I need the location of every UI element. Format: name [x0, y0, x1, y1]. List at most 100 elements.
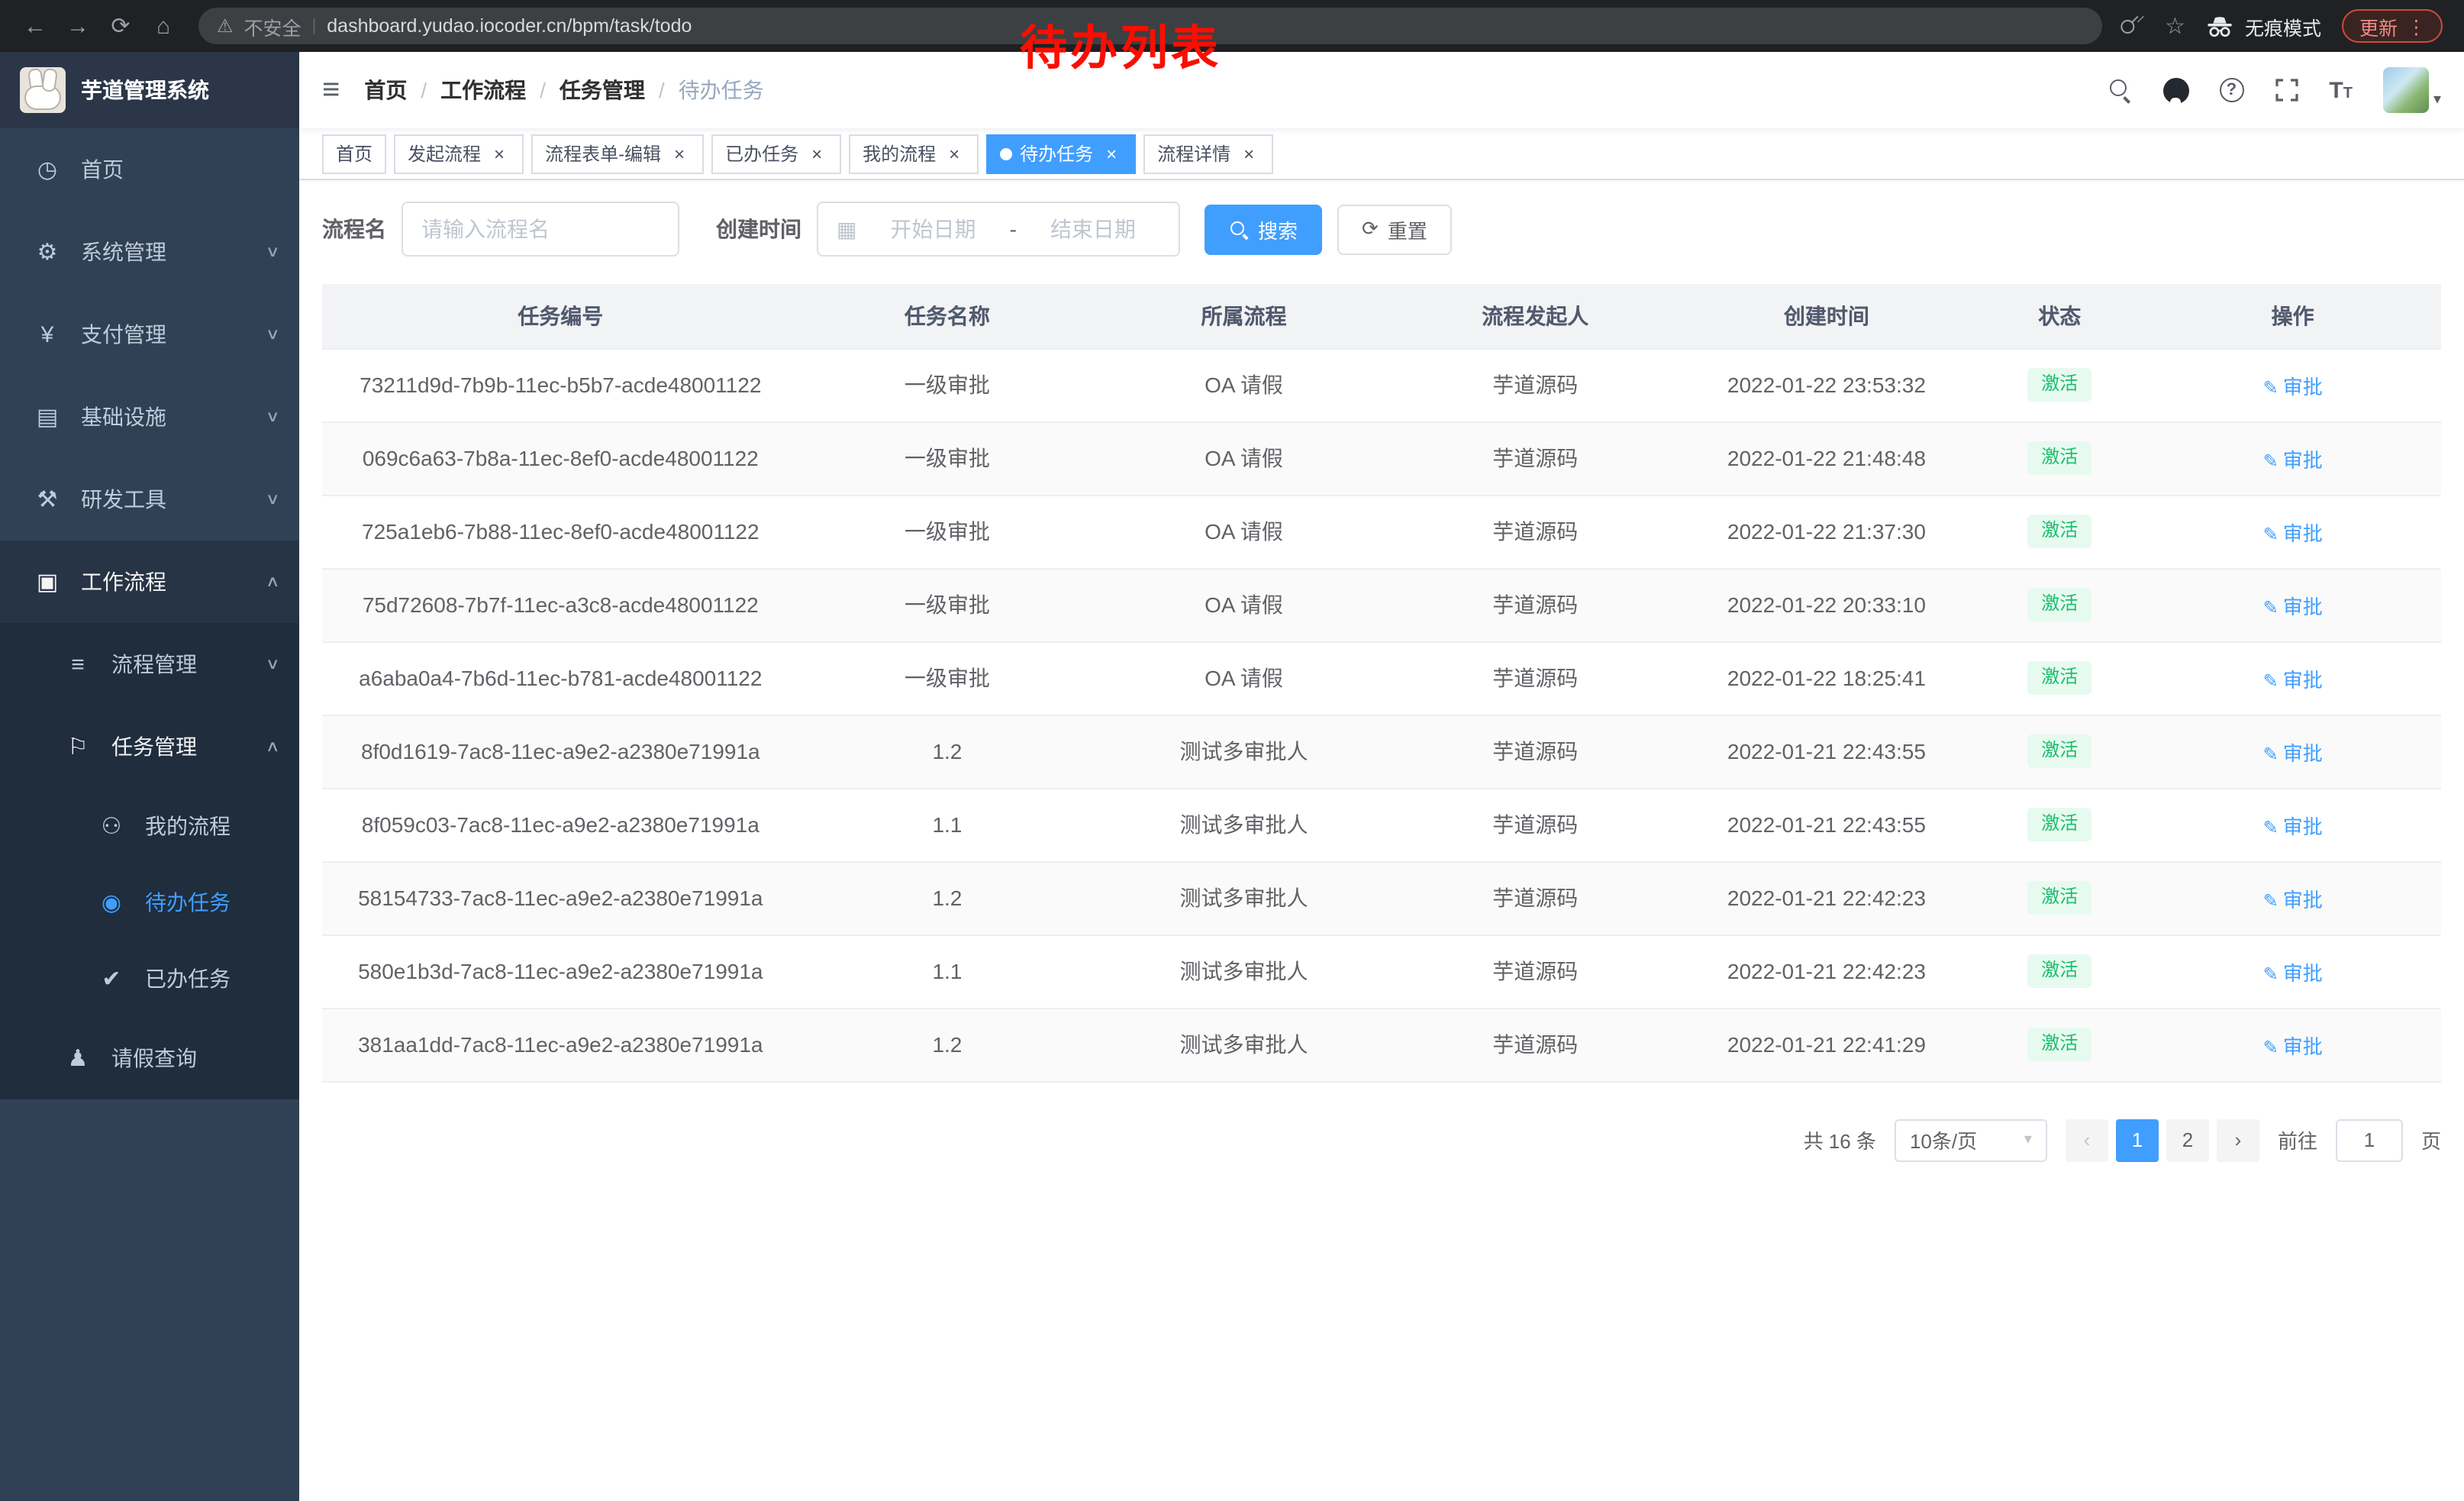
sidebar-item-devtools[interactable]: ⚒研发工具∨ — [0, 458, 299, 541]
column-header: 流程发起人 — [1392, 284, 1679, 348]
reset-button[interactable]: ⟳ 重置 — [1337, 204, 1452, 254]
process-name-input[interactable] — [421, 217, 660, 241]
cell-status: 激活 — [1975, 788, 2144, 861]
approve-link[interactable]: ✎审批 — [2263, 668, 2323, 691]
close-icon[interactable]: × — [489, 143, 510, 164]
goto-page-input[interactable] — [2336, 1118, 2403, 1161]
close-icon[interactable]: × — [943, 143, 965, 164]
user-avatar[interactable]: ▾ — [2383, 67, 2441, 113]
sidebar-item-infrastructure[interactable]: ▤基础设施∨ — [0, 376, 299, 458]
approve-link[interactable]: ✎审批 — [2263, 888, 2323, 911]
approve-link[interactable]: ✎审批 — [2263, 741, 2323, 764]
cell-status: 激活 — [1975, 568, 2144, 641]
cell-task-id: a6aba0a4-7b6d-11ec-b781-acde48001122 — [322, 641, 799, 715]
sidebar-item-system[interactable]: ⚙系统管理∨ — [0, 211, 299, 293]
approve-link[interactable]: ✎审批 — [2263, 961, 2323, 984]
breadcrumb-item[interactable]: 任务管理 — [560, 75, 645, 105]
security-label: 不安全 — [244, 11, 302, 40]
more-vert-icon[interactable]: ⋮ — [2407, 15, 2426, 37]
tab-流程表单-编辑[interactable]: 流程表单-编辑× — [531, 134, 704, 173]
address-bar[interactable]: ⚠ 不安全 | dashboard.yudao.iocoder.cn/bpm/t… — [198, 8, 2102, 44]
cell-starter: 芋道源码 — [1392, 348, 1679, 421]
tab-流程详情[interactable]: 流程详情× — [1143, 134, 1273, 173]
leave-icon: ♟ — [61, 1044, 95, 1072]
search-icon[interactable] — [2108, 78, 2132, 102]
close-icon[interactable]: × — [806, 143, 827, 164]
caret-down-icon: ▾ — [2433, 92, 2441, 113]
tab-label: 首页 — [336, 140, 373, 166]
tab-我的流程[interactable]: 我的流程 × — [849, 134, 979, 173]
close-icon[interactable]: × — [1238, 143, 1259, 164]
sidebar-item-todo-task[interactable]: ◉待办任务 — [0, 864, 299, 941]
sidebar-item-process-mgmt[interactable]: ≡流程管理∨ — [0, 623, 299, 705]
bookmark-star-icon[interactable]: ☆ — [2165, 12, 2185, 40]
end-date-placeholder[interactable]: 结束日期 — [1026, 214, 1160, 244]
approve-label: 审批 — [2283, 741, 2323, 764]
cell-status: 激活 — [1975, 1008, 2144, 1081]
start-date-placeholder[interactable]: 开始日期 — [866, 214, 1000, 244]
approve-link[interactable]: ✎审批 — [2263, 448, 2323, 471]
sidebar-item-payment[interactable]: ¥支付管理∨ — [0, 293, 299, 376]
sidebar-collapse-icon[interactable]: ≡ — [322, 75, 340, 105]
page-button-2[interactable]: 2 — [2166, 1118, 2209, 1161]
browser-back-icon[interactable]: ← — [15, 6, 55, 46]
approve-link[interactable]: ✎审批 — [2263, 375, 2323, 398]
pencil-icon: ✎ — [2263, 523, 2279, 544]
status-badge: 激活 — [2027, 661, 2091, 694]
app-logo-icon — [20, 67, 66, 113]
browser-reload-icon[interactable]: ⟳ — [101, 6, 140, 46]
font-size-icon[interactable]: TT — [2329, 79, 2353, 102]
tab-待办任务[interactable]: 待办任务× — [986, 134, 1136, 173]
approve-link[interactable]: ✎审批 — [2263, 595, 2323, 618]
sidebar-item-leave-query[interactable]: ♟请假查询 — [0, 1017, 299, 1099]
sidebar-menu: ◷ 首页 ⚙系统管理∨¥支付管理∨▤基础设施∨⚒研发工具∨▣工作流程∧≡流程管理∨⚐… — [0, 128, 299, 1501]
fullscreen-icon[interactable] — [2274, 78, 2298, 102]
next-page-button[interactable]: › — [2217, 1118, 2259, 1161]
cell-task-id: 069c6a63-7b8a-11ec-8ef0-acde48001122 — [322, 421, 799, 495]
table-row: 725a1eb6-7b88-11ec-8ef0-acde48001122一级审批… — [322, 495, 2441, 568]
filter-bar: 流程名 创建时间 ▦ 开始日期 - 结束日期 搜索 ⟳ 重置 — [299, 180, 2464, 272]
sidebar-item-done-task[interactable]: ✔已办任务 — [0, 941, 299, 1017]
cell-status: 激活 — [1975, 715, 2144, 788]
tab-已办任务[interactable]: 已办任务× — [711, 134, 841, 173]
caret-down-icon: ▾ — [2024, 1131, 2032, 1148]
prev-page-button[interactable]: ‹ — [2066, 1118, 2108, 1161]
approve-link[interactable]: ✎审批 — [2263, 1035, 2323, 1057]
sidebar-item-home[interactable]: ◷ 首页 — [0, 128, 299, 211]
column-header: 操作 — [2144, 284, 2441, 348]
main-area: ≡ 首页/工作流程/任务管理/待办任务 ? TT — [299, 52, 2464, 1501]
breadcrumb-item[interactable]: 首页 — [364, 75, 407, 105]
breadcrumb-item[interactable]: 工作流程 — [440, 75, 526, 105]
close-icon[interactable]: × — [1101, 143, 1122, 164]
password-key-icon[interactable] — [2116, 10, 2148, 42]
approve-link[interactable]: ✎审批 — [2263, 521, 2323, 544]
tab-首页[interactable]: 首页 — [322, 134, 386, 173]
column-header: 任务名称 — [799, 284, 1096, 348]
github-icon[interactable] — [2162, 77, 2188, 103]
cell-starter: 芋道源码 — [1392, 934, 1679, 1008]
sidebar-item-my-process[interactable]: ⚇我的流程 — [0, 788, 299, 864]
cell-starter: 芋道源码 — [1392, 568, 1679, 641]
sidebar-logo[interactable]: 芋道管理系统 — [0, 52, 299, 128]
pager: ‹ 12 › — [2066, 1118, 2259, 1161]
cell-task-id: 58154733-7ac8-11ec-a9e2-a2380e71991a — [322, 861, 799, 934]
page-size-select[interactable]: 10条/页 ▾ — [1895, 1118, 2047, 1161]
approve-link[interactable]: ✎审批 — [2263, 815, 2323, 838]
tab-发起流程[interactable]: 发起流程× — [394, 134, 524, 173]
cell-task-id: 75d72608-7b7f-11ec-a3c8-acde48001122 — [322, 568, 799, 641]
cell-action: ✎审批 — [2144, 934, 2441, 1008]
browser-forward-icon[interactable]: → — [58, 6, 98, 46]
browser-update-button[interactable]: 更新 ⋮ — [2343, 9, 2443, 43]
close-icon[interactable]: × — [669, 143, 690, 164]
search-button[interactable]: 搜索 — [1205, 204, 1322, 254]
browser-home-icon[interactable]: ⌂ — [144, 6, 183, 46]
sidebar-item-task-mgmt[interactable]: ⚐任务管理∧ — [0, 705, 299, 788]
date-range-picker[interactable]: ▦ 开始日期 - 结束日期 — [817, 202, 1180, 257]
page-button-1[interactable]: 1 — [2116, 1118, 2159, 1161]
sidebar-item-workflow[interactable]: ▣工作流程∧ — [0, 541, 299, 623]
cell-created: 2022-01-22 21:37:30 — [1679, 495, 1975, 568]
sidebar-item-label: 首页 — [81, 154, 124, 185]
question-icon[interactable]: ? — [2219, 78, 2243, 102]
dashboard-icon: ◷ — [31, 156, 64, 183]
tab-label: 我的流程 — [863, 140, 936, 166]
